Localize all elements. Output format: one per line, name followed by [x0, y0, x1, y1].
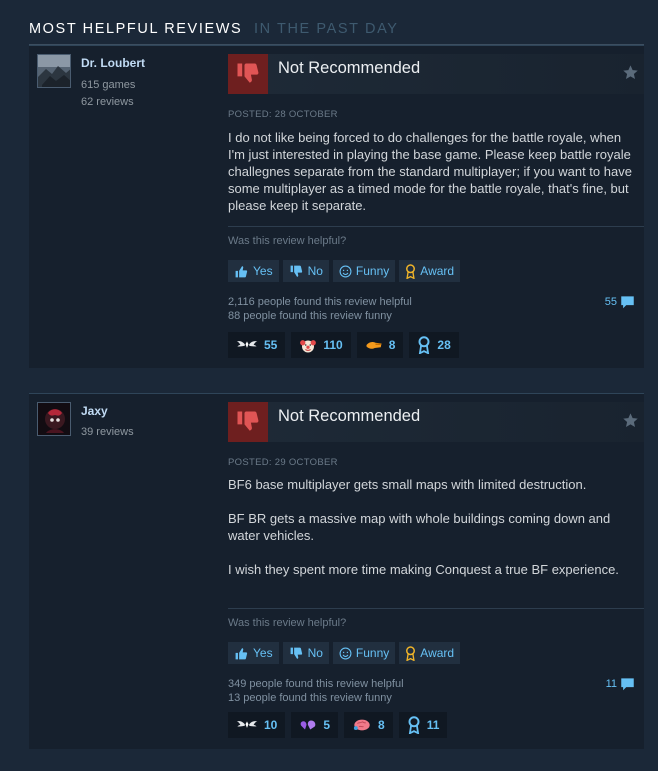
review-paragraph: I do not like being forced to do challen…: [228, 130, 632, 213]
helpful-count: 349 people found this review helpful: [228, 678, 404, 690]
review-body: BF6 base multiplayer gets small maps wit…: [228, 476, 633, 578]
awards-row: 55 110 8 28: [228, 332, 459, 358]
verdict-header[interactable]: Not Recommended: [228, 54, 644, 94]
reviewer-name[interactable]: Jaxy: [81, 404, 108, 418]
purple-hearts-award-icon: [301, 720, 316, 730]
award-button[interactable]: Award: [399, 642, 461, 664]
award-label: Award: [420, 264, 455, 278]
no-label: No: [307, 646, 323, 660]
award-item[interactable]: 28: [409, 332, 459, 358]
thumbs-down-icon: [228, 54, 268, 94]
no-button[interactable]: No: [282, 260, 329, 282]
avatar[interactable]: [37, 54, 71, 88]
award-ribbon-blue-icon: [408, 716, 420, 734]
review-paragraph: BF6 base multiplayer gets small maps wit…: [228, 477, 587, 492]
yes-label: Yes: [253, 646, 273, 660]
thumbs-down-icon: [228, 402, 268, 442]
helpfulness-stats: 2,116 people found this review helpful 8…: [228, 295, 412, 323]
award-item[interactable]: 110: [291, 332, 351, 358]
avatar[interactable]: [37, 402, 71, 436]
review-body: I do not like being forced to do challen…: [228, 129, 633, 214]
award-count: 10: [264, 718, 278, 732]
comment-count-link[interactable]: 11: [606, 677, 635, 691]
brain-award-icon: [353, 719, 370, 731]
award-label: Award: [420, 646, 455, 660]
star-icon[interactable]: [622, 412, 639, 434]
vote-buttons: Yes No Funny Award: [228, 642, 461, 664]
award-button[interactable]: Award: [399, 260, 461, 282]
posted-date: POSTED: 29 OCTOBER: [228, 457, 338, 468]
reviewer-review-count[interactable]: 39 reviews: [81, 426, 134, 438]
award-item[interactable]: 11: [398, 712, 448, 738]
thumbs-down-small-icon: [290, 647, 302, 659]
comment-count: 11: [605, 678, 617, 690]
clown-award-icon: [300, 340, 317, 353]
award-ribbon-icon: [406, 263, 416, 279]
award-count: 55: [264, 338, 278, 352]
award-count: 110: [323, 338, 343, 352]
horn-award-icon: [366, 342, 382, 349]
award-count: 8: [388, 338, 396, 352]
thumbs-up-icon: [235, 265, 248, 277]
helpful-question: Was this review helpful?: [228, 235, 347, 247]
review-paragraph: I wish they spent more time making Conqu…: [228, 562, 619, 577]
smiley-icon: [339, 647, 352, 659]
vote-buttons: Yes No Funny Award: [228, 260, 461, 282]
no-label: No: [307, 264, 323, 278]
winged-award-icon: [236, 341, 258, 348]
award-item[interactable]: 8: [344, 712, 393, 738]
thumbs-up-icon: [235, 647, 248, 659]
thumbs-down-small-icon: [290, 265, 302, 277]
award-item[interactable]: 10: [228, 712, 286, 738]
section-subtitle: IN THE PAST DAY: [253, 21, 399, 37]
review-divider: [228, 226, 644, 227]
award-item[interactable]: 55: [228, 332, 286, 358]
funny-count: 88 people found this review funny: [228, 310, 392, 322]
avatar-image-icon: [38, 55, 70, 87]
reviewer-review-count[interactable]: 62 reviews: [81, 96, 134, 108]
section-header: MOST HELPFUL REVIEWS IN THE PAST DAY: [29, 21, 399, 37]
award-item[interactable]: 8: [356, 332, 404, 358]
award-count: 8: [378, 718, 385, 732]
avatar-image-icon: [38, 403, 70, 435]
review-divider: [228, 608, 644, 609]
yes-label: Yes: [253, 264, 273, 278]
funny-count: 13 people found this review funny: [228, 692, 392, 704]
section-title: MOST HELPFUL REVIEWS: [29, 21, 243, 37]
award-count: 5: [323, 718, 331, 732]
award-item[interactable]: 5: [291, 712, 339, 738]
funny-button[interactable]: Funny: [332, 642, 396, 664]
verdict-header[interactable]: Not Recommended: [228, 402, 644, 442]
verdict-label: Not Recommended: [278, 59, 421, 77]
award-ribbon-icon: [406, 645, 416, 661]
comment-bubble-icon: [621, 296, 634, 309]
award-count: 11: [426, 718, 440, 732]
review-card: Jaxy 39 reviews Not Recommended POSTED: …: [29, 393, 644, 749]
funny-label: Funny: [355, 264, 390, 278]
reviewer-games[interactable]: 615 games: [81, 79, 135, 91]
award-count: 28: [437, 338, 451, 352]
awards-row: 10 5 8 11: [228, 712, 448, 738]
posted-date: POSTED: 28 OCTOBER: [228, 109, 338, 120]
helpful-question: Was this review helpful?: [228, 617, 347, 629]
helpfulness-stats: 349 people found this review helpful 13 …: [228, 677, 404, 705]
review-card: Dr. Loubert 615 games 62 reviews Not Rec…: [29, 45, 644, 368]
yes-button[interactable]: Yes: [228, 260, 279, 282]
helpful-count: 2,116 people found this review helpful: [228, 296, 412, 308]
reviewer-name[interactable]: Dr. Loubert: [81, 56, 145, 70]
no-button[interactable]: No: [282, 642, 329, 664]
funny-label: Funny: [355, 646, 390, 660]
comment-count-link[interactable]: 55: [605, 295, 635, 309]
funny-button[interactable]: Funny: [332, 260, 396, 282]
comment-count: 55: [604, 296, 617, 308]
verdict-label: Not Recommended: [278, 407, 421, 425]
smiley-icon: [339, 265, 352, 277]
review-paragraph: BF BR gets a massive map with whole buil…: [228, 511, 611, 543]
comment-bubble-icon: [621, 678, 634, 691]
yes-button[interactable]: Yes: [228, 642, 279, 664]
winged-award-icon: [236, 721, 258, 728]
award-ribbon-blue-icon: [418, 336, 430, 354]
star-icon[interactable]: [622, 64, 639, 86]
